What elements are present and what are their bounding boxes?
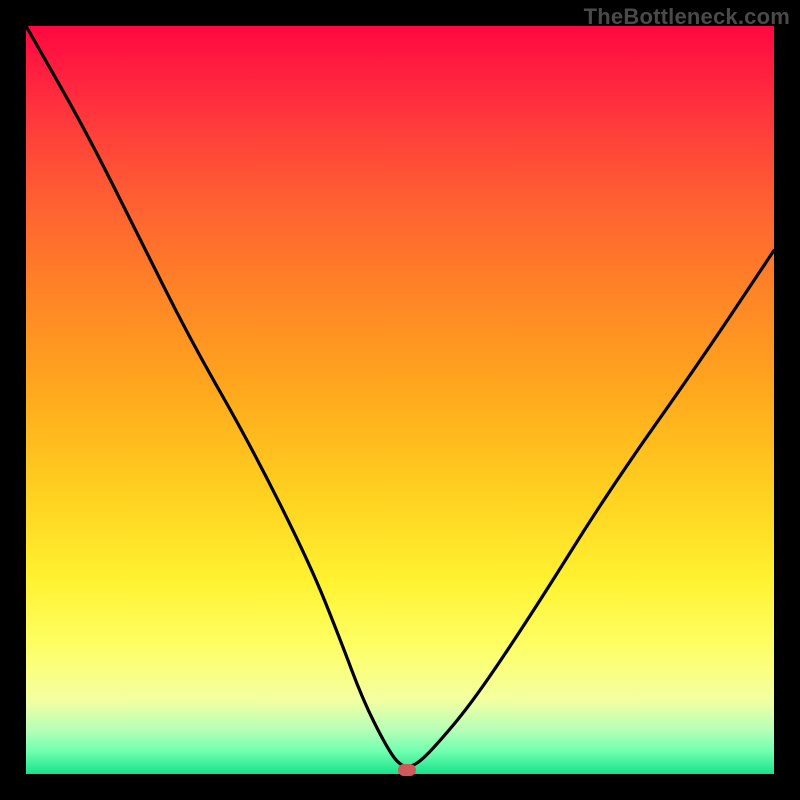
plot-area — [26, 26, 774, 774]
curve-svg — [26, 26, 774, 774]
chart-frame: TheBottleneck.com — [0, 0, 800, 800]
watermark-text: TheBottleneck.com — [584, 4, 790, 30]
optimum-marker — [398, 764, 416, 776]
bottleneck-curve-path — [26, 26, 774, 767]
